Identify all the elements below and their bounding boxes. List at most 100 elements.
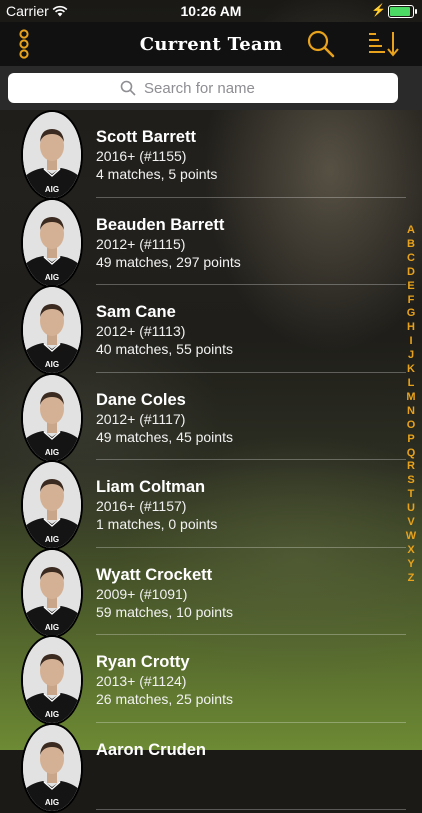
index-letter[interactable]: A	[407, 224, 415, 238]
player-stats: 59 matches, 10 points	[96, 603, 233, 620]
battery-icon	[388, 5, 417, 18]
index-letter[interactable]: J	[408, 349, 414, 363]
player-years: 2016+ (#1155)	[96, 148, 187, 164]
index-letter[interactable]: X	[407, 544, 414, 558]
index-letter[interactable]: V	[407, 516, 414, 530]
row-separator	[96, 809, 406, 810]
player-name: Wyatt Crockett	[96, 565, 213, 584]
index-letter[interactable]: Q	[407, 447, 416, 461]
player-row[interactable]: AIG Liam Coltman 2016+ (#1157) 1 matches…	[0, 460, 422, 550]
index-letter[interactable]: F	[408, 294, 415, 308]
status-bar: Carrier 10:26 AM ⚡	[0, 0, 422, 22]
player-row[interactable]: AIG Sam Cane 2012+ (#1113) 40 matches, 5…	[0, 285, 422, 375]
index-letter[interactable]: O	[407, 419, 416, 433]
player-photo: AIG	[23, 637, 81, 723]
svg-text:AIG: AIG	[45, 448, 59, 457]
player-stats: 49 matches, 297 points	[96, 253, 241, 270]
svg-text:AIG: AIG	[45, 535, 59, 544]
player-list: AIG Scott Barrett 2016+ (#1155) 4 matche…	[0, 110, 422, 813]
player-years: 2016+ (#1157)	[96, 498, 187, 514]
player-info: Scott Barrett 2016+ (#1155) 4 matches, 5…	[96, 127, 217, 183]
player-info: Beauden Barrett 2012+ (#1115) 49 matches…	[96, 215, 241, 271]
index-letter[interactable]: W	[406, 530, 416, 544]
player-row[interactable]: AIG Scott Barrett 2016+ (#1155) 4 matche…	[0, 110, 422, 200]
magnifier-icon	[120, 80, 136, 96]
navigation-bar: Current Team	[0, 22, 422, 66]
player-info: Wyatt Crockett 2009+ (#1091) 59 matches,…	[96, 565, 233, 621]
player-photo: AIG	[23, 374, 81, 461]
player-photo: AIG	[23, 462, 81, 548]
svg-text:AIG: AIG	[45, 185, 59, 194]
player-stats: 1 matches, 0 points	[96, 516, 218, 532]
player-avatar: AIG	[21, 197, 83, 288]
player-avatar: AIG	[21, 285, 83, 375]
index-letter[interactable]: D	[407, 266, 415, 280]
index-letter[interactable]: U	[407, 502, 415, 516]
player-photo: AIG	[23, 549, 81, 636]
search-input[interactable]	[142, 78, 286, 98]
index-letter[interactable]: L	[408, 377, 415, 391]
player-photo: AIG	[23, 199, 81, 286]
svg-text:AIG: AIG	[45, 360, 59, 369]
player-avatar: AIG	[21, 372, 83, 463]
player-avatar: AIG	[21, 460, 83, 550]
player-avatar: AIG	[21, 110, 83, 200]
index-letter[interactable]: Y	[407, 558, 414, 572]
player-avatar: AIG	[21, 722, 83, 813]
svg-text:AIG: AIG	[45, 273, 59, 282]
player-stats: 49 matches, 45 points	[96, 428, 233, 445]
alphabet-index[interactable]: ABCDEFGHIJKLMNOPQRSTUVWXYZ	[404, 224, 418, 586]
sort-icon[interactable]	[368, 28, 400, 60]
player-years: 2009+ (#1091)	[96, 585, 188, 602]
index-letter[interactable]: Z	[408, 572, 415, 586]
charging-icon: ⚡	[371, 3, 386, 17]
index-letter[interactable]: R	[407, 460, 415, 474]
index-letter[interactable]: E	[407, 280, 414, 294]
index-letter[interactable]: N	[407, 405, 415, 419]
player-years: 2012+ (#1117)	[96, 410, 186, 427]
search-icon[interactable]	[305, 28, 337, 60]
player-avatar: AIG	[21, 635, 83, 725]
player-years: 2012+ (#1113)	[96, 323, 186, 339]
player-name: Sam Cane	[96, 303, 176, 321]
index-letter[interactable]: P	[407, 433, 414, 447]
player-name: Liam Coltman	[96, 478, 206, 496]
player-name: Dane Coles	[96, 390, 186, 409]
player-name: Scott Barrett	[96, 128, 196, 146]
player-avatar: AIG	[21, 547, 83, 638]
index-letter[interactable]: C	[407, 252, 415, 266]
index-letter[interactable]: H	[407, 321, 415, 335]
index-letter[interactable]: S	[407, 474, 414, 488]
svg-text:AIG: AIG	[45, 623, 59, 632]
player-photo: AIG	[23, 112, 81, 198]
player-row[interactable]: AIG Dane Coles 2012+ (#1117) 49 matches,…	[0, 372, 422, 463]
player-stats: 4 matches, 5 points	[96, 166, 218, 182]
player-stats: 40 matches, 55 points	[96, 341, 233, 357]
index-letter[interactable]: T	[408, 488, 415, 502]
player-info: Liam Coltman 2016+ (#1157) 1 matches, 0 …	[96, 477, 217, 533]
player-photo: AIG	[23, 724, 81, 811]
page-title: Current Team	[139, 34, 283, 55]
clock: 10:26 AM	[180, 3, 242, 19]
player-row[interactable]: AIG Ryan Crotty 2013+ (#1124) 26 matches…	[0, 635, 422, 725]
player-row[interactable]: AIG Beauden Barrett 2012+ (#1115) 49 mat…	[0, 197, 422, 288]
player-photo: AIG	[23, 287, 81, 373]
player-years: 2012+ (#1115)	[96, 235, 186, 252]
svg-text:AIG: AIG	[45, 798, 59, 807]
search-field[interactable]	[8, 73, 398, 103]
player-row[interactable]: AIG Wyatt Crockett 2009+ (#1091) 59 matc…	[0, 547, 422, 638]
player-info: Sam Cane 2012+ (#1113) 40 matches, 55 po…	[96, 302, 233, 358]
player-row[interactable]: AIG Aaron Cruden	[0, 722, 422, 813]
index-letter[interactable]: I	[409, 335, 412, 349]
player-info: Ryan Crotty 2013+ (#1124) 26 matches, 25…	[96, 652, 233, 708]
index-letter[interactable]: B	[407, 238, 415, 252]
player-name: Beauden Barrett	[96, 215, 225, 234]
index-letter[interactable]: M	[406, 391, 415, 405]
player-stats: 26 matches, 25 points	[96, 691, 233, 707]
svg-text:AIG: AIG	[45, 710, 59, 719]
index-letter[interactable]: G	[407, 307, 416, 321]
search-bar	[0, 66, 422, 110]
index-letter[interactable]: K	[407, 363, 415, 377]
player-info: Dane Coles 2012+ (#1117) 49 matches, 45 …	[96, 390, 233, 446]
player-years: 2013+ (#1124)	[96, 673, 187, 689]
